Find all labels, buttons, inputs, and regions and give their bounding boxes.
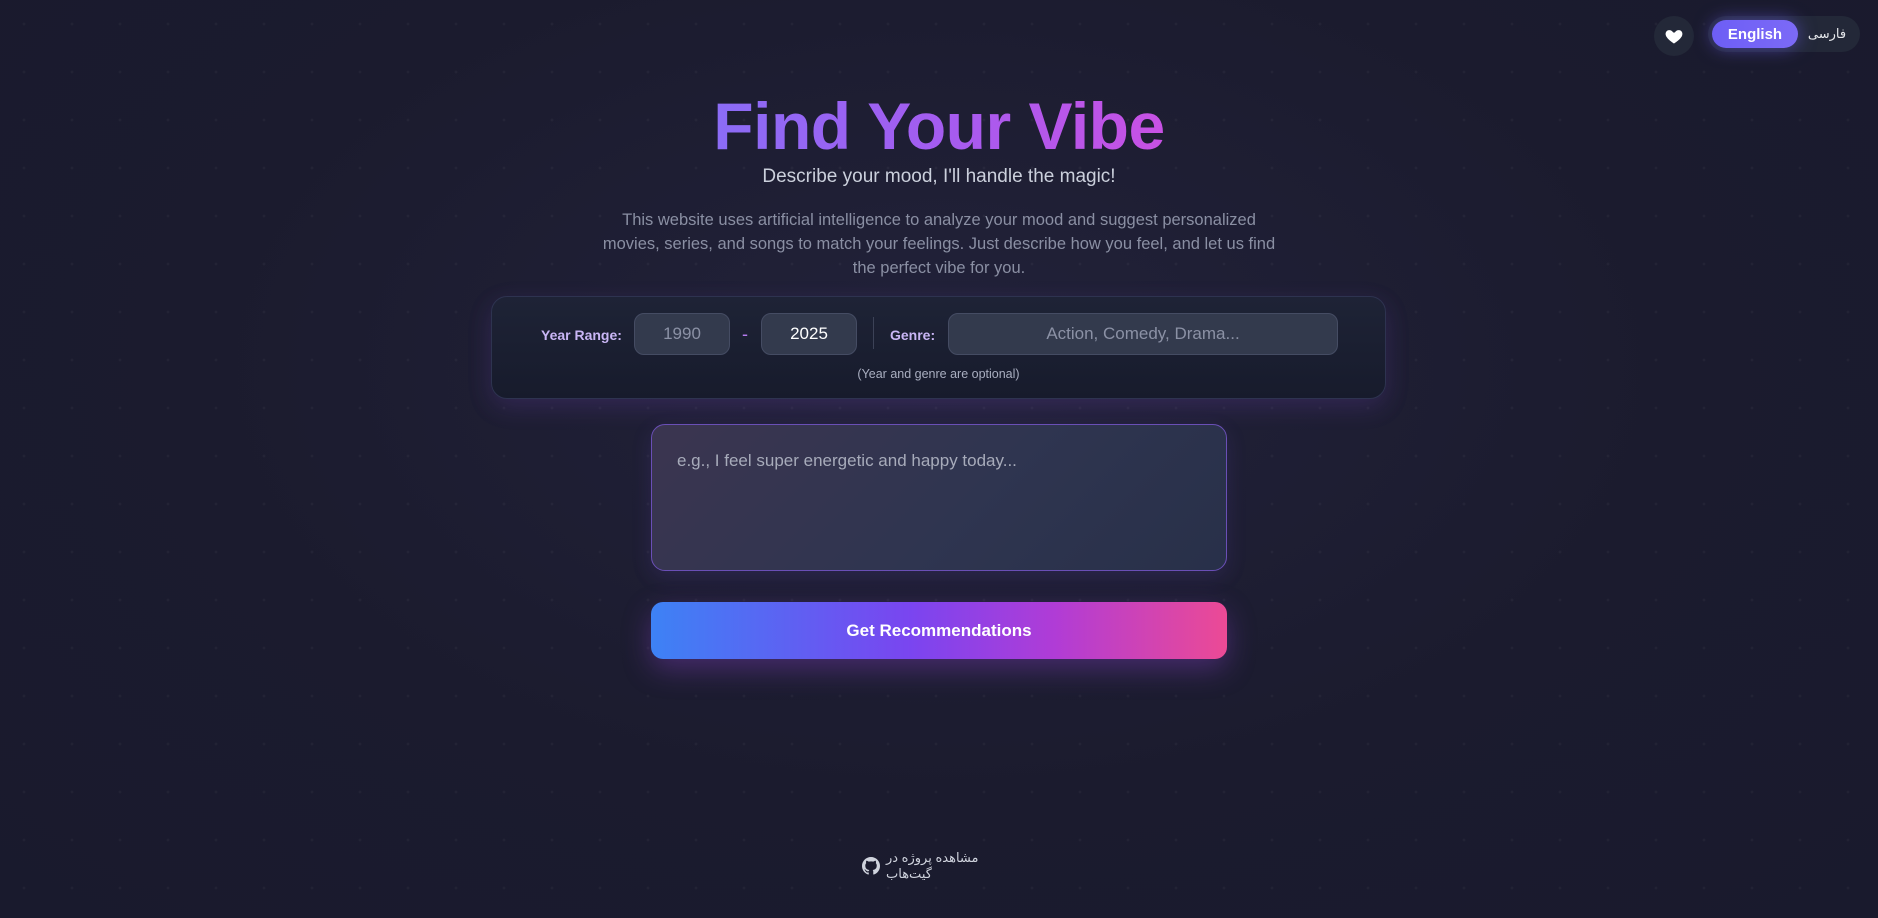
favorites-button[interactable] xyxy=(1654,16,1694,56)
github-icon xyxy=(862,857,880,875)
filter-divider xyxy=(873,317,874,349)
year-to-input[interactable] xyxy=(761,313,857,355)
filter-panel: Year Range: - Genre: (Year and genre are… xyxy=(491,296,1386,399)
year-range-label: Year Range: xyxy=(541,327,622,343)
filter-note: (Year and genre are optional) xyxy=(857,367,1020,381)
page-description: This website uses artificial intelligenc… xyxy=(602,211,1276,277)
page-subtitle: Describe your mood, I'll handle the magi… xyxy=(762,166,1116,187)
year-from-input[interactable] xyxy=(634,313,730,355)
genre-label: Genre: xyxy=(890,327,936,343)
github-project-link[interactable]: مشاهده پروژه در گیت‌هاب xyxy=(862,850,1012,881)
page-title: Find Your Vibe xyxy=(0,86,1878,166)
language-english-button[interactable]: English xyxy=(1712,20,1798,48)
mood-input[interactable] xyxy=(651,424,1227,571)
language-farsi-button[interactable]: فارسی xyxy=(1798,20,1856,48)
heart-icon xyxy=(1665,30,1683,44)
github-link-label: مشاهده پروژه در گیت‌هاب xyxy=(886,850,979,881)
language-switcher: English فارسی xyxy=(1708,16,1860,52)
year-range-separator: - xyxy=(742,324,748,344)
genre-input[interactable] xyxy=(948,313,1338,355)
page-title-text: Find Your Vibe xyxy=(713,89,1165,163)
get-recommendations-button[interactable]: Get Recommendations xyxy=(651,602,1227,659)
